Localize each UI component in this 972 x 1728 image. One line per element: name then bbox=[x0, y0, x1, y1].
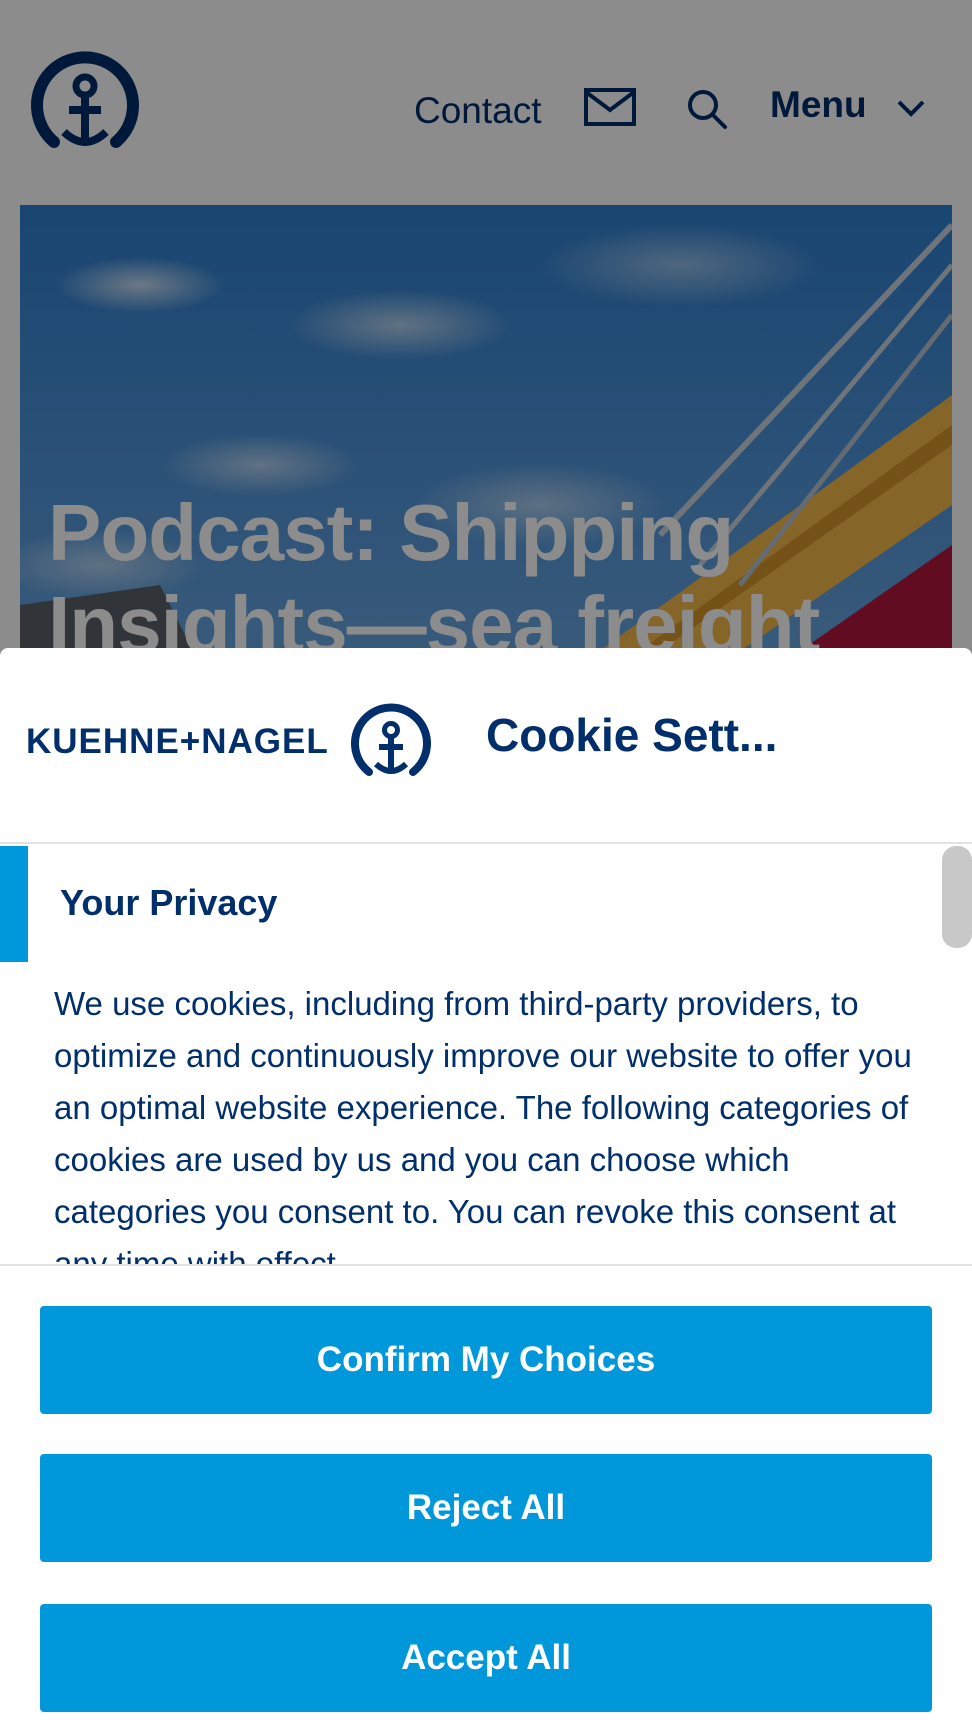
scrollbar-thumb[interactable] bbox=[942, 846, 972, 948]
brand-logo-text: KUEHNE+NAGEL bbox=[26, 722, 329, 761]
privacy-heading: Your Privacy bbox=[60, 882, 278, 923]
accept-all-button[interactable]: Accept All bbox=[40, 1604, 932, 1712]
cookie-settings-dialog: KUEHNE+NAGEL Cookie Sett... Your Privacy… bbox=[0, 648, 972, 1728]
reject-all-button[interactable]: Reject All bbox=[40, 1454, 932, 1562]
privacy-scroll-region[interactable]: Your Privacy We use cookies, including f… bbox=[0, 846, 972, 1264]
anchor-logo-icon bbox=[351, 703, 431, 776]
privacy-description: We use cookies, including from third-par… bbox=[54, 985, 912, 1264]
dialog-title: Cookie Sett... bbox=[486, 709, 778, 761]
dialog-header: KUEHNE+NAGEL Cookie Sett... bbox=[0, 648, 972, 844]
dialog-footer: Confirm My Choices Reject All Accept All bbox=[0, 1264, 972, 1728]
confirm-choices-button[interactable]: Confirm My Choices bbox=[40, 1306, 932, 1414]
active-tab-indicator bbox=[0, 846, 28, 962]
